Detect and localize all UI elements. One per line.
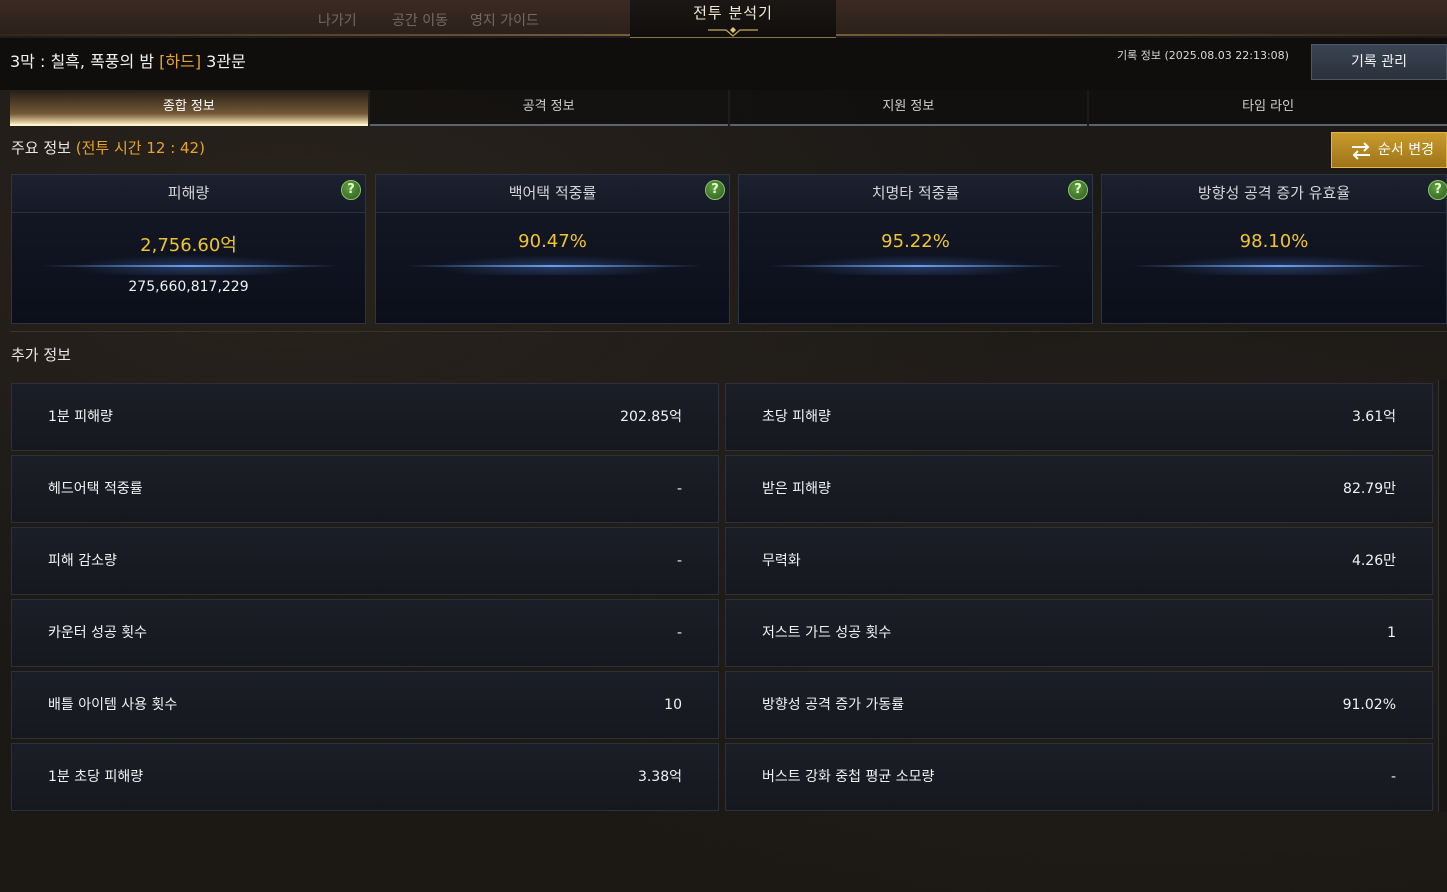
record-info: 기록 정보 (2025.08.03 22:13:08): [1117, 49, 1289, 62]
card-glow-line: [406, 265, 701, 267]
stat-value: 1: [1387, 625, 1396, 641]
stat-cell: 카운터 성공 횟수 -: [11, 599, 719, 667]
order-change-label: 순서 변경: [1378, 142, 1434, 158]
card-value: 90.47%: [518, 231, 587, 252]
section-divider: [10, 331, 1447, 332]
help-icon[interactable]: ?: [1068, 180, 1088, 200]
title-ornament-icon: [708, 27, 758, 37]
stat-cell: 피해 감소량 -: [11, 527, 719, 595]
card-title: 치명타 적중률: [739, 175, 1092, 213]
card-title: 피해량: [12, 175, 365, 213]
window-title-plate: 전투 분석기: [630, 0, 836, 38]
extra-info-heading: 추가 정보: [11, 346, 71, 364]
battle-time: (전투 시간 12 : 42): [75, 139, 205, 157]
stat-cell: 받은 피해량 82.79만: [725, 455, 1433, 523]
gate-label: 3관문: [206, 52, 246, 71]
main-info-label: 주요 정보: [11, 139, 71, 157]
stat-value: -: [1390, 769, 1396, 785]
card-critical: 치명타 적중률 ? 95.22%: [738, 174, 1093, 324]
stat-cell: 배틀 아이템 사용 횟수 10: [11, 671, 719, 739]
record-manage-button[interactable]: 기록 관리: [1311, 44, 1447, 80]
stat-label: 1분 초당 피해량: [48, 769, 144, 785]
window-title: 전투 분석기: [693, 4, 773, 22]
stat-cell: 초당 피해량 3.61억: [725, 383, 1433, 451]
vertical-scrollbar[interactable]: [1438, 380, 1447, 812]
stat-cell: 무력화 4.26만: [725, 527, 1433, 595]
stat-label: 배틀 아이템 사용 횟수: [48, 697, 178, 713]
card-value: 98.10%: [1239, 231, 1309, 252]
stat-value: 82.79만: [1343, 481, 1396, 497]
card-damage: 피해량 ? 2,756.60억 275,660,817,229: [11, 174, 366, 324]
help-icon[interactable]: ?: [341, 180, 361, 200]
stat-value: 3.61억: [1351, 409, 1396, 425]
difficulty-badge: [하드]: [159, 52, 202, 71]
stat-label: 받은 피해량: [762, 481, 831, 497]
swap-icon: [1352, 142, 1370, 160]
stat-label: 저스트 가드 성공 횟수: [762, 625, 892, 641]
main-info-heading: 주요 정보 (전투 시간 12 : 42): [11, 137, 205, 158]
stat-cell: 버스트 강화 중첩 평균 소모량 -: [725, 743, 1433, 811]
stat-label: 초당 피해량: [762, 409, 831, 425]
stat-label: 버스트 강화 중첩 평균 소모량: [762, 769, 935, 785]
stat-label: 방향성 공격 증가 가동률: [762, 697, 905, 713]
stat-value: 4.26만: [1351, 553, 1396, 569]
stat-label: 피해 감소량: [48, 553, 117, 569]
stat-value: 10: [664, 697, 682, 713]
stage-title: 3막 : 칠흑, 폭풍의 밤 [하드] 3관문: [10, 48, 246, 72]
card-glow-line: [42, 265, 337, 267]
stat-value: 91.02%: [1342, 697, 1396, 713]
tab-overview[interactable]: 종합 정보: [10, 90, 368, 126]
stat-label: 헤드어택 적중률: [48, 481, 143, 497]
bg-nav-exit: 나가기: [318, 13, 357, 29]
help-icon[interactable]: ?: [1428, 180, 1447, 200]
stat-cell: 1분 초당 피해량 3.38억: [11, 743, 719, 811]
stat-cell: 1분 피해량 202.85억: [11, 383, 719, 451]
stat-value: 202.85억: [620, 409, 682, 425]
bg-nav-guide: 영지 가이드: [470, 13, 539, 29]
card-title: 방향성 공격 증가 유효율: [1102, 175, 1446, 213]
stat-cell: 방향성 공격 증가 가동률 91.02%: [725, 671, 1433, 739]
bg-nav-teleport: 공간 이동: [392, 13, 448, 29]
stat-value: -: [676, 625, 682, 641]
stat-label: 1분 피해량: [48, 409, 113, 425]
summary-cards: 피해량 ? 2,756.60억 275,660,817,229 백어택 적중률 …: [11, 174, 1447, 324]
stat-label: 카운터 성공 횟수: [48, 625, 148, 641]
stat-value: -: [676, 553, 682, 569]
stat-cell: 저스트 가드 성공 횟수 1: [725, 599, 1433, 667]
card-value: 2,756.60억: [140, 235, 237, 256]
tab-attack[interactable]: 공격 정보: [369, 90, 728, 126]
card-glow-line: [1132, 265, 1427, 267]
help-icon[interactable]: ?: [705, 180, 725, 200]
card-directional: 방향성 공격 증가 유효율 ? 98.10%: [1101, 174, 1447, 324]
tab-timeline[interactable]: 타임 라인: [1089, 90, 1447, 126]
card-subvalue: 275,660,817,229: [128, 279, 249, 295]
order-change-button[interactable]: 순서 변경: [1331, 132, 1447, 168]
card-back-attack: 백어택 적중률 ? 90.47%: [375, 174, 730, 324]
card-value: 95.22%: [881, 231, 950, 252]
stat-cell: 헤드어택 적중률 -: [11, 455, 719, 523]
header-bar: 3막 : 칠흑, 폭풍의 밤 [하드] 3관문 기록 정보 (2025.08.0…: [0, 38, 1447, 90]
stage-name: 3막 : 칠흑, 폭풍의 밤: [10, 52, 155, 71]
tab-support[interactable]: 지원 정보: [729, 90, 1088, 126]
card-glow-line: [769, 265, 1064, 267]
stat-label: 무력화: [762, 553, 801, 569]
stat-value: 3.38억: [637, 769, 682, 785]
tab-bar: 종합 정보 공격 정보 지원 정보 타임 라인: [10, 90, 1447, 126]
stat-value: -: [676, 481, 682, 497]
card-title: 백어택 적중률: [376, 175, 729, 213]
